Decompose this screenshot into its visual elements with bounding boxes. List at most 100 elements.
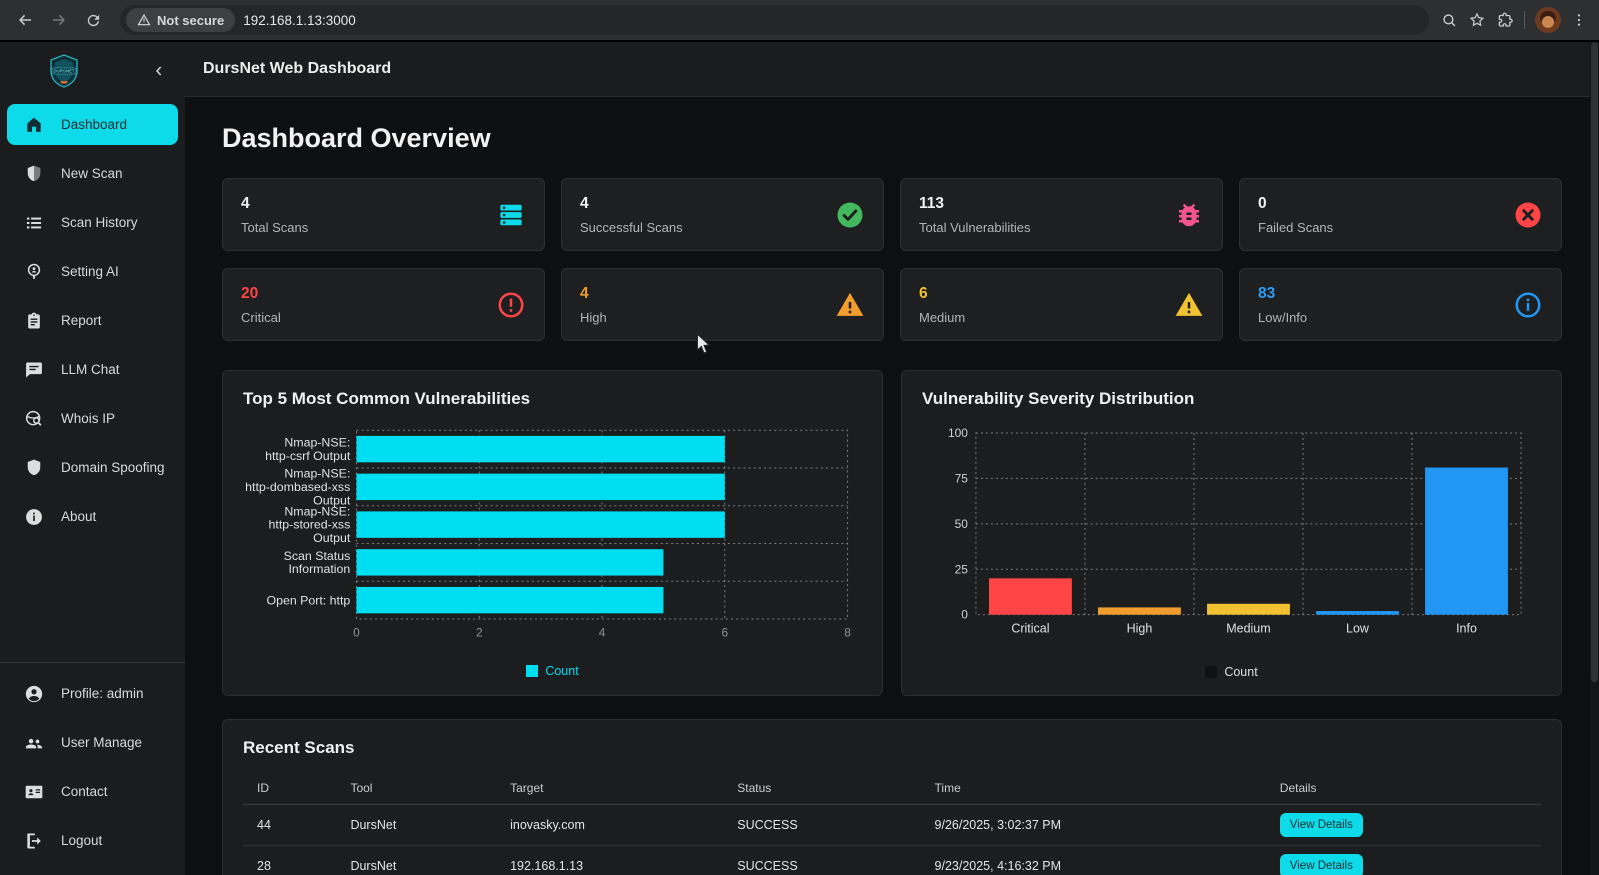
column-header-tool: Tool [336, 771, 497, 805]
bar-low[interactable] [1316, 611, 1399, 615]
sidebar-item-domain-spoofing[interactable]: Domain Spoofing [0, 443, 185, 492]
bar-info[interactable] [1425, 467, 1508, 615]
stack-icon [500, 204, 522, 225]
svg-text:50: 50 [955, 517, 969, 531]
account-icon [25, 685, 43, 702]
sidebar-collapse-button[interactable] [147, 59, 171, 83]
severity-distribution-chart: 0 25 50 75 100 Critical High Medium Low Info [922, 423, 1541, 659]
sidebar-item-new-scan[interactable]: New Scan [0, 149, 185, 198]
top-vulnerabilities-chart: Nmap-NSE: http-csrf Output Nmap-NSE: http-d… [243, 423, 862, 658]
arrow-right-icon [53, 14, 65, 26]
sidebar-item-profile-admin[interactable]: Profile: admin [0, 669, 185, 718]
browser-back-button[interactable] [10, 5, 40, 35]
sidebar-item-whois-ip[interactable]: Whois IP [0, 394, 185, 443]
logout-icon [27, 833, 41, 848]
stat-value: 4 [580, 284, 589, 302]
page-scrollbar[interactable] [1590, 42, 1599, 875]
sidebar: DURSNET Dashboard New Scan Scan History Set… [0, 42, 185, 875]
sidebar-item-setting-ai[interactable]: Setting AI [0, 247, 185, 296]
stat-label: Successful Scans [580, 219, 683, 235]
svg-text:75: 75 [955, 471, 969, 485]
bar-medium[interactable] [1207, 603, 1290, 615]
sidebar-item-label: Profile: admin [61, 686, 144, 701]
view-details-button[interactable]: View Details [1279, 812, 1363, 837]
profile-avatar[interactable] [1535, 7, 1561, 33]
view-details-button[interactable]: View Details [1279, 853, 1363, 875]
globe-search-icon [24, 409, 44, 429]
error-outline-icon [498, 292, 524, 317]
address-bar[interactable]: Not secure 192.168.1.13:3000 [120, 5, 1429, 35]
dursnet-logo: DURSNET [50, 54, 78, 88]
recent-scans-title: Recent Scans [243, 737, 355, 757]
bar-high[interactable] [1098, 607, 1181, 615]
table-row: 28 DursNet 192.168.1.13 SUCCESS 9/23/2025, 4… [243, 845, 1541, 875]
column-header-status: Status [723, 771, 921, 805]
bug-icon [1179, 203, 1199, 226]
vbar-svg: 0 25 50 75 100 Critical High Medium Low Info [948, 426, 1522, 636]
bar-3[interactable] [356, 549, 664, 576]
scan-target: inovasky.com [496, 804, 724, 846]
security-label: Not secure [157, 12, 225, 28]
menu-kebab-icon[interactable] [1571, 12, 1587, 28]
top-vulnerabilities-panel: Top 5 Most Common Vulnerabilities Nmap-N… [222, 370, 883, 696]
stat-label: Total Scans [241, 219, 309, 235]
warning-icon [1175, 292, 1203, 316]
info-icon [24, 507, 44, 527]
legend-label: Count [545, 664, 579, 679]
legend-label: Count [1224, 664, 1258, 679]
bar-0[interactable] [356, 435, 725, 463]
column-header-details: Details [1265, 771, 1541, 805]
stat-value: 6 [919, 284, 928, 302]
sidebar-item-user-manage[interactable]: User Manage [0, 718, 185, 767]
scan-status: SUCCESS [723, 804, 921, 846]
sidebar-item-contact[interactable]: Contact [0, 767, 185, 816]
svg-text:100: 100 [948, 426, 968, 440]
bar-4[interactable] [356, 586, 664, 614]
sidebar-item-label: User Manage [61, 735, 143, 750]
bookmark-star-icon[interactable] [1468, 11, 1486, 29]
app-title: DursNet Web Dashboard [203, 60, 392, 77]
stat-value: 20 [241, 284, 259, 302]
page-title: Dashboard Overview [222, 123, 491, 153]
sidebar-item-label: Whois IP [61, 411, 116, 426]
stat-card-high: 4 High [561, 268, 884, 341]
svg-text:Nmap-NSE:http-dombased-xssOutp: Nmap-NSE: http-dombased-xss Output [245, 467, 351, 508]
stat-card-medium: 6 Medium [900, 268, 1223, 341]
sidebar-item-label: Logout [61, 833, 103, 848]
table-row: 44 DursNet inovasky.com SUCCESS 9/26/2025, 3… [243, 804, 1541, 846]
svg-text:6: 6 [721, 626, 728, 640]
scan-tool: DursNet [336, 804, 497, 846]
stat-label: Medium [919, 309, 966, 325]
svg-text:4: 4 [599, 626, 606, 640]
sidebar-item-llm-chat[interactable]: LLM Chat [0, 345, 185, 394]
stat-label: Low/Info [1258, 309, 1308, 325]
sidebar-item-about[interactable]: About [0, 492, 185, 541]
not-secure-chip[interactable]: Not secure [126, 8, 236, 32]
bar-2[interactable] [356, 511, 725, 538]
svg-text:Critical: Critical [1011, 622, 1049, 636]
sidebar-item-scan-history[interactable]: Scan History [0, 198, 185, 247]
bar-1[interactable] [356, 473, 725, 501]
info-outline-icon [1513, 290, 1543, 320]
scan-status: SUCCESS [723, 845, 921, 875]
sidebar-item-report[interactable]: Report [0, 296, 185, 345]
sidebar-item-logout[interactable]: Logout [0, 816, 185, 865]
url-text: 192.168.1.13:3000 [243, 12, 356, 28]
stack-icon [496, 200, 526, 230]
svg-text:Nmap-NSE:http-stored-xssOutput: Nmap-NSE: http-stored-xss Output [269, 504, 351, 545]
users-icon [25, 738, 43, 748]
extensions-icon[interactable] [1496, 11, 1514, 29]
stat-card-total-scans: 4 Total Scans [222, 178, 545, 251]
bar-critical[interactable] [989, 578, 1072, 615]
browser-refresh-button[interactable] [78, 5, 108, 35]
sidebar-nav: Dashboard New Scan Scan History Setting AI R… [0, 100, 185, 541]
scrollbar-thumb[interactable] [1591, 42, 1598, 682]
x-circle-icon [1513, 200, 1543, 230]
contact-card-icon [24, 782, 44, 802]
bug-icon [1174, 200, 1204, 230]
browser-forward-button[interactable] [44, 5, 74, 35]
sidebar-item-dashboard[interactable]: Dashboard [7, 104, 178, 145]
chart-legend: Count [922, 659, 1541, 685]
shield-icon [24, 458, 44, 478]
zoom-icon[interactable] [1441, 12, 1458, 29]
